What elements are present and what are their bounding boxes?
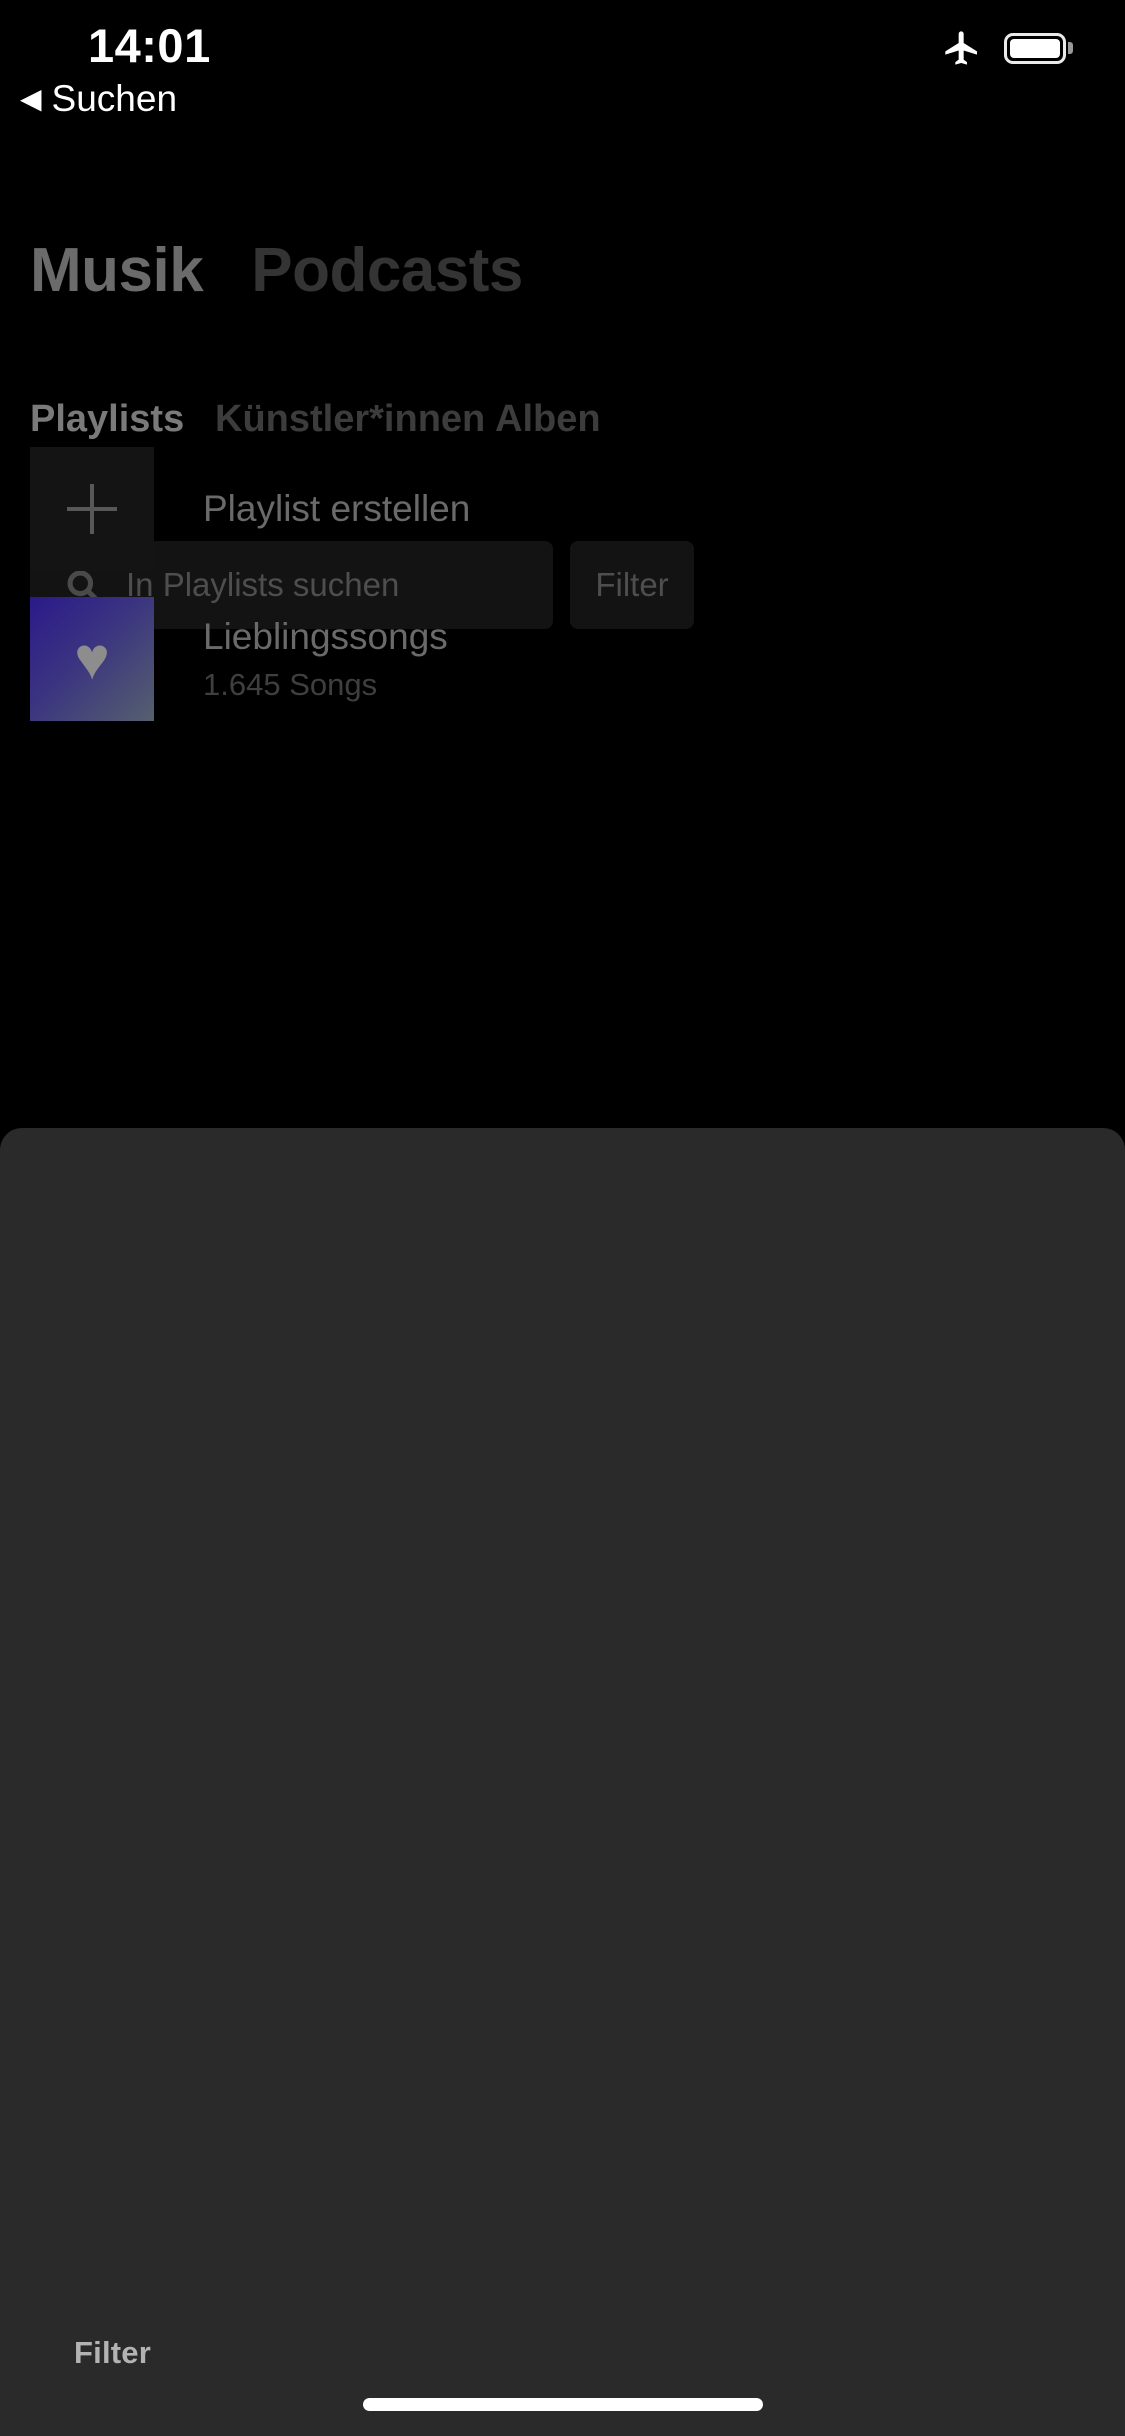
filter-button[interactable]: Filter [570, 541, 694, 629]
tab-podcasts[interactable]: Podcasts [251, 235, 523, 306]
create-playlist-label: Playlist erstellen [203, 488, 471, 529]
home-indicator[interactable] [362, 2398, 763, 2411]
subtab-kuenstlerinnen[interactable]: Künstler*innen [215, 398, 495, 441]
tab-musik[interactable]: Musik [30, 235, 204, 306]
subtab-playlists[interactable]: Playlists [30, 398, 215, 441]
top-tab-bar: Musik Podcasts [30, 235, 523, 306]
playlist-subtitle: 1.645 Songs [203, 666, 378, 702]
heart-icon: ♥ [30, 597, 154, 721]
subtab-alben[interactable]: Alben [495, 398, 601, 441]
plus-icon [30, 447, 154, 571]
create-playlist-row[interactable]: Playlist erstellen [30, 447, 470, 571]
filter-sort-sheet: Filter Downloads Sortieren nach Relevanz… [0, 1128, 1125, 2436]
playlist-row-lieblingssongs[interactable]: ♥ Lieblingssongs 1.645 Songs [30, 597, 448, 721]
sub-tab-bar: Playlists Künstler*innen Alben [30, 398, 601, 441]
phone-screen: 14:01 ◀ Suchen Musik Podcasts Playlists … [0, 0, 1125, 2436]
playlist-title: Lieblingssongs [203, 615, 448, 657]
filter-section-label: Filter [74, 2335, 151, 2370]
